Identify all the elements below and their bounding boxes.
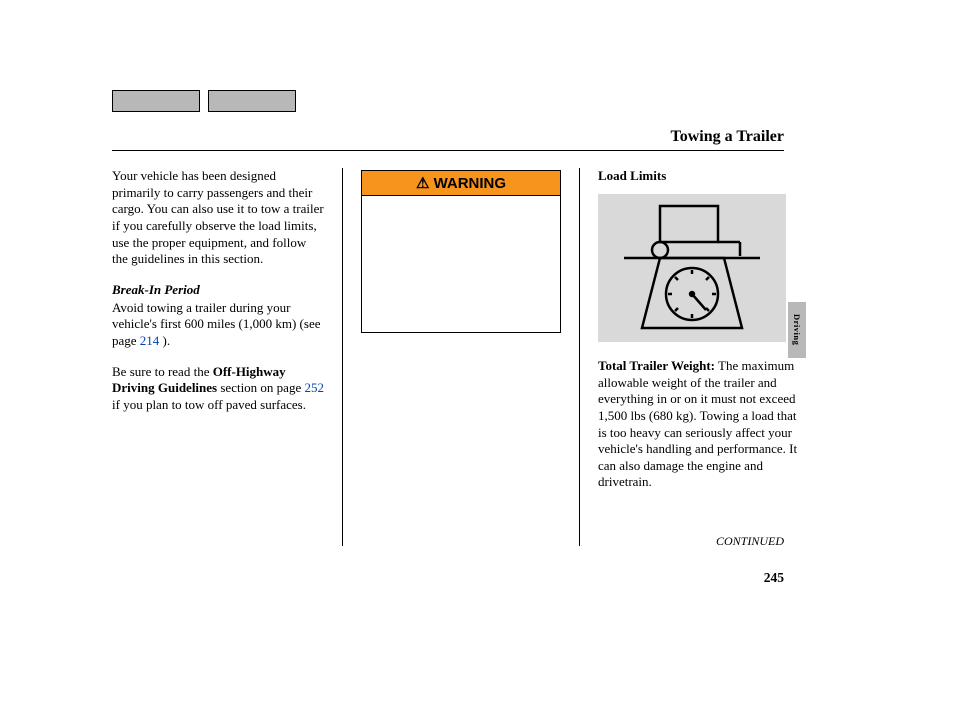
top-tab-1[interactable] [112,90,200,112]
breakin-text-b: ). [159,333,170,348]
scale-diagram-icon [608,198,776,338]
column-separator-1 [342,168,343,546]
offhwy-text-b: section on page [217,380,304,395]
trailer-weight-text: The maximum allowable weight of the trai… [598,358,797,489]
continued-label: CONTINUED [716,534,784,549]
column-2: ⚠︎ WARNING [361,168,561,546]
column-separator-2 [579,168,580,546]
trailer-weight-bold: Total Trailer Weight: [598,358,715,373]
warning-label: WARNING [434,175,507,192]
column-1: Your vehicle has been designed primarily… [112,168,324,546]
manual-page: Towing a Trailer Your vehicle has been d… [0,0,954,710]
break-in-heading: Break-In Period [112,282,324,298]
page-link-214[interactable]: 214 [140,333,160,348]
intro-paragraph: Your vehicle has been designed primarily… [112,168,324,268]
warning-box: ⚠︎ WARNING [361,170,561,333]
top-tab-2[interactable] [208,90,296,112]
page-number: 245 [764,570,784,586]
content-columns: Your vehicle has been designed primarily… [112,168,798,546]
warning-header: ⚠︎ WARNING [362,171,560,196]
side-tab-driving[interactable]: Driving [788,302,806,358]
off-highway-paragraph: Be sure to read the Off-Highway Driving … [112,364,324,414]
top-tabs-row [112,90,296,112]
title-rule [112,150,784,151]
page-link-252[interactable]: 252 [304,380,324,395]
offhwy-text-a: Be sure to read the [112,364,213,379]
load-limits-heading: Load Limits [598,168,798,184]
column-3: Load Limits [598,168,798,546]
side-tab-label: Driving [792,314,802,345]
warning-triangle-icon: ⚠︎ [416,175,429,192]
break-in-paragraph: Avoid towing a trailer during your vehic… [112,300,324,350]
trailer-weight-paragraph: Total Trailer Weight: The maximum allowa… [598,358,798,491]
page-title: Towing a Trailer [671,128,785,146]
scale-diagram-container [598,194,786,342]
offhwy-text-c: if you plan to tow off paved surfaces. [112,397,306,412]
warning-body [362,196,560,332]
